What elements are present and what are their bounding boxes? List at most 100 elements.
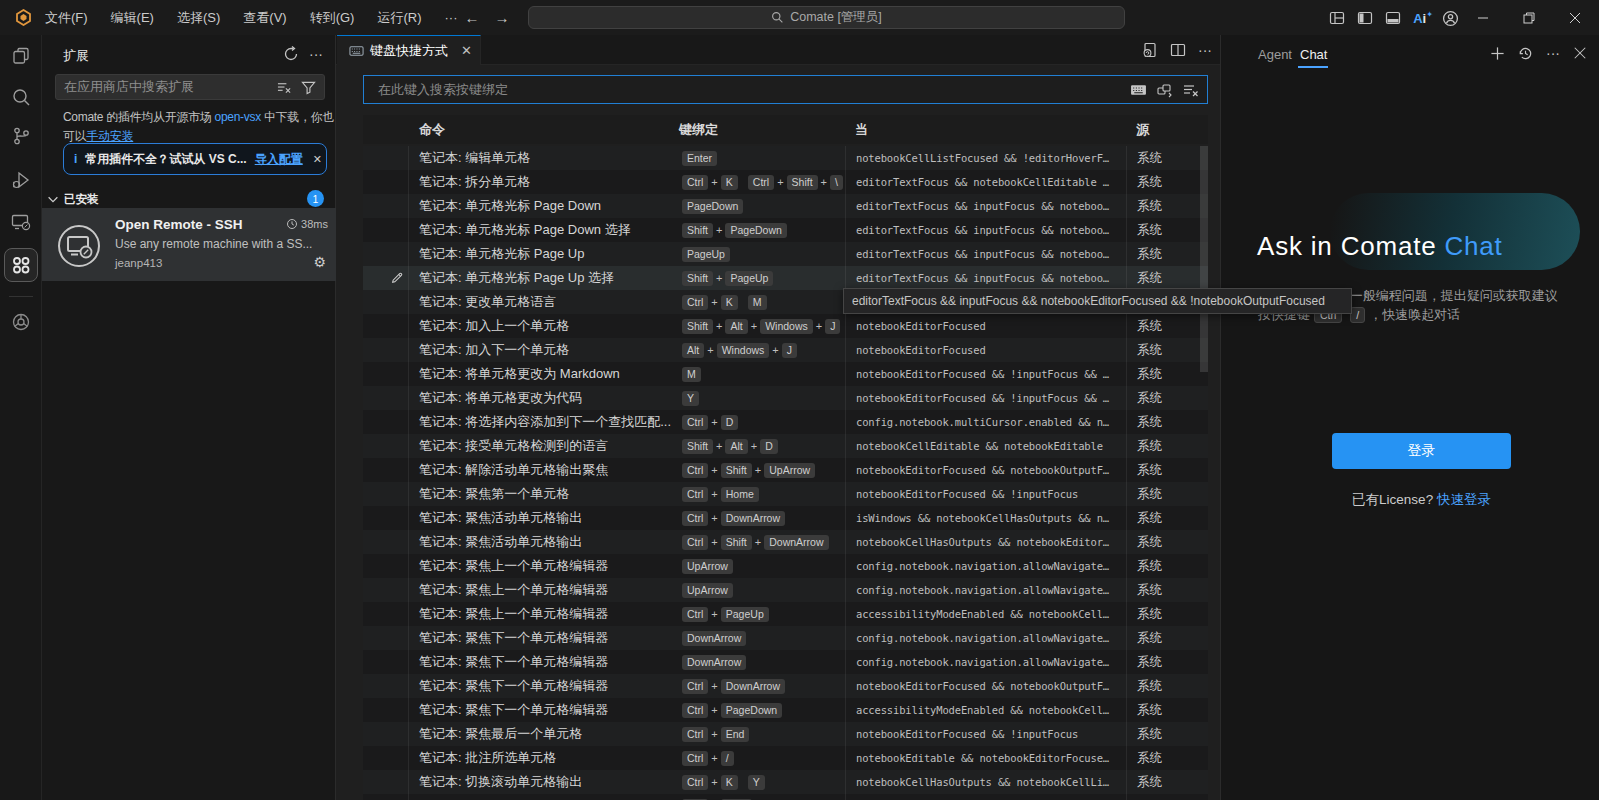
search-icon[interactable] (10, 86, 32, 108)
run-debug-icon[interactable] (10, 169, 32, 191)
panel-more-icon[interactable]: ··· (1546, 45, 1560, 61)
notice-close-icon[interactable]: ✕ (313, 153, 322, 166)
sort-precedence-icon[interactable] (1157, 82, 1173, 98)
column-when[interactable]: 当 (855, 115, 868, 144)
open-vsx-link[interactable]: open-vsx (215, 110, 261, 124)
keybinding-row[interactable]: 笔记本: 拆分单元格Ctrl+KCtrl+Shift+\editorTextFo… (363, 170, 1208, 194)
keybinding-row[interactable]: 笔记本: 聚焦最后一个单元格Ctrl+EndnotebookEditorFocu… (363, 722, 1208, 746)
new-chat-icon[interactable] (1490, 46, 1505, 61)
restore-button[interactable] (1506, 0, 1552, 35)
login-button[interactable]: 登录 (1332, 433, 1511, 469)
menu-查看(V)[interactable]: 查看(V) (236, 6, 293, 30)
keybinding-row[interactable]: 笔记本: 切换滚动单元格输出Ctrl+KYnotebookCellHasOutp… (363, 770, 1208, 794)
key-chip: Alt (725, 439, 747, 454)
editor-more-actions-icon[interactable]: ··· (1198, 42, 1212, 58)
open-preview-icon[interactable] (1142, 42, 1158, 58)
edit-keybinding-icon[interactable] (390, 271, 404, 285)
keybinding-row[interactable]: 笔记本: 聚焦下一个单元格编辑器Ctrl+DownArrownotebookEd… (363, 674, 1208, 698)
key-chip: M (748, 295, 767, 310)
source-cell: 系统 (1126, 674, 1208, 698)
tab-chat[interactable]: Chat (1300, 47, 1327, 62)
tab-agent[interactable]: Agent (1258, 47, 1292, 62)
when-cell: notebookEditorFocused && !inputFocus (845, 482, 1126, 506)
keybinding-row[interactable]: 笔记本: 接受单元格检测到的语言Shift+Alt+DnotebookCellE… (363, 434, 1208, 458)
keybinding-row[interactable]: 笔记本: 加入下一个单元格Alt+Windows+JnotebookEditor… (363, 338, 1208, 362)
menu-转到(G)[interactable]: 转到(G) (303, 6, 362, 30)
table-scrollbar[interactable] (1200, 146, 1208, 372)
command-center[interactable]: Comate [管理员] (528, 6, 1125, 29)
nav-back-icon[interactable]: ← (462, 8, 482, 28)
quick-login-link[interactable]: 快速登录 (1437, 492, 1491, 507)
tab-close-icon[interactable]: ✕ (461, 43, 472, 58)
toggle-panel-icon[interactable] (1383, 8, 1403, 28)
keybinding-row[interactable]: 笔记本: 聚焦下一个单元格编辑器DownArrowconfig.notebook… (363, 650, 1208, 674)
menu-运行(R)[interactable]: 运行(R) (370, 6, 428, 30)
keybinding-row[interactable]: 笔记本: 聚焦上一个单元格编辑器UpArrowconfig.notebook.n… (363, 554, 1208, 578)
clear-icon[interactable] (277, 80, 292, 95)
source-cell: 系统 (1126, 698, 1208, 722)
toggle-sidebar-icon[interactable] (1355, 8, 1375, 28)
account-icon[interactable] (1440, 8, 1460, 28)
history-icon[interactable] (1518, 46, 1533, 61)
keybinding-row[interactable]: 笔记本: 将选择内容添加到下一个查找匹配...Ctrl+Dconfig.note… (363, 410, 1208, 434)
when-cell: config.notebook.multiCursor.enabled && n… (845, 410, 1126, 434)
minimize-button[interactable] (1460, 0, 1506, 35)
keybinding-row[interactable]: 笔记本: 聚焦上一个单元格编辑器UpArrowconfig.notebook.n… (363, 578, 1208, 602)
customize-layout-icon[interactable] (1327, 8, 1347, 28)
column-keybinding[interactable]: 键绑定 (679, 115, 718, 144)
clear-sort-icon[interactable] (1183, 82, 1199, 98)
source-control-icon[interactable] (10, 125, 32, 147)
installed-section-header[interactable]: 已安装 1 (46, 188, 332, 210)
keybinding-row[interactable]: 笔记本: 将单元格更改为代码YnotebookEditorFocused && … (363, 386, 1208, 410)
keybinding-row[interactable]: 笔记本: 聚焦第一个单元格Ctrl+HomenotebookEditorFocu… (363, 482, 1208, 506)
key-chip: Ctrl (682, 175, 708, 190)
refresh-icon[interactable] (283, 46, 299, 62)
row-gutter (363, 506, 408, 530)
keybinding-row[interactable]: 笔记本: 聚焦活动单元格输出Ctrl+Shift+DownArrownotebo… (363, 530, 1208, 554)
extensions-icon[interactable] (10, 254, 32, 276)
keybinding-row[interactable]: 笔记本: 将单元格更改为 MarkdownMnotebookEditorFocu… (363, 362, 1208, 386)
filter-icon[interactable] (301, 80, 316, 95)
keybinding-row[interactable]: 笔记本: 编辑单元格EnternotebookCellListFocused &… (363, 146, 1208, 170)
column-source[interactable]: 源 (1136, 115, 1149, 144)
menu-···[interactable]: ··· (437, 7, 464, 28)
menu-编辑(E)[interactable]: 编辑(E) (104, 6, 161, 30)
keybinding-cell: Ctrl+DownArrow (676, 674, 845, 698)
keybinding-row[interactable]: 笔记本: 聚焦下一个单元格编辑器DownArrowconfig.notebook… (363, 626, 1208, 650)
keybinding-row[interactable]: 笔记本: 解除活动单元格输出聚焦Ctrl+Shift+UpArrownotebo… (363, 458, 1208, 482)
menu-选择(S)[interactable]: 选择(S) (170, 6, 227, 30)
split-editor-icon[interactable] (1170, 42, 1186, 58)
keybinding-row[interactable]: 笔记本: 单元格光标 Page DownPageDowneditorTextFo… (363, 194, 1208, 218)
key-chip: Shift (682, 319, 713, 334)
remote-explorer-icon[interactable] (10, 211, 32, 233)
menu-文件(F)[interactable]: 文件(F) (38, 6, 95, 30)
record-keys-keyboard-icon[interactable] (1130, 81, 1147, 98)
extension-name: Open Remote - SSH (115, 217, 243, 232)
keybinding-row[interactable]: 笔记本: 批注所选单元格Ctrl+/notebookEditable && no… (363, 746, 1208, 770)
browser-icon[interactable] (10, 311, 32, 333)
panel-close-icon[interactable] (1573, 46, 1587, 60)
explorer-icon[interactable] (10, 45, 32, 67)
keybinding-row[interactable]: 笔记本: 单元格光标 Page Down 选择Shift+PageDownedi… (363, 218, 1208, 242)
extension-author: jeanp413 (115, 257, 162, 269)
nav-forward-icon[interactable]: → (492, 8, 512, 28)
keybinding-row[interactable]: 笔记本: 加入上一个单元格Shift+Alt+Windows+Jnotebook… (363, 314, 1208, 338)
keybinding-row[interactable]: 笔记本: 聚焦活动单元格输出Ctrl+DownArrowisWindows &&… (363, 506, 1208, 530)
import-config-link[interactable]: 导入配置 (255, 151, 303, 168)
more-actions-icon[interactable]: ··· (309, 46, 323, 62)
keybinding-row[interactable]: 笔记本: 聚焦下一个单元格编辑器Ctrl+PageDownaccessibili… (363, 698, 1208, 722)
extension-list-item[interactable]: Open Remote - SSH 38ms Use any remote ma… (42, 208, 336, 281)
keybinding-row[interactable]: 笔记本: 聚焦上一个单元格编辑器Ctrl+PageUpaccessibility… (363, 602, 1208, 626)
ai-assistant-icon[interactable]: Ai✦ (1411, 8, 1435, 28)
tab-keyboard-shortcuts[interactable]: 键盘快捷方式 ✕ (337, 35, 481, 65)
column-command[interactable]: 命令 (419, 115, 445, 144)
keybinding-row[interactable]: 笔记本: 单元格光标 Page Up 选择Shift+PageUpeditorT… (363, 266, 1208, 290)
keybinding-row[interactable]: 笔记本: 单元格光标 Page UpPageUpeditorTextFocus … (363, 242, 1208, 266)
gear-icon[interactable]: ⚙ (313, 254, 326, 270)
keybinding-row[interactable]: Ctrl+Shift (363, 794, 1208, 800)
extensions-search-input[interactable]: 在应用商店中搜索扩展 (55, 74, 325, 100)
keybinding-search-input[interactable]: 在此键入搜索按键绑定 (363, 75, 1208, 104)
key-chip: Ctrl (682, 487, 708, 502)
manual-install-link[interactable]: 手动安装 (86, 129, 133, 143)
close-button[interactable] (1552, 0, 1598, 35)
